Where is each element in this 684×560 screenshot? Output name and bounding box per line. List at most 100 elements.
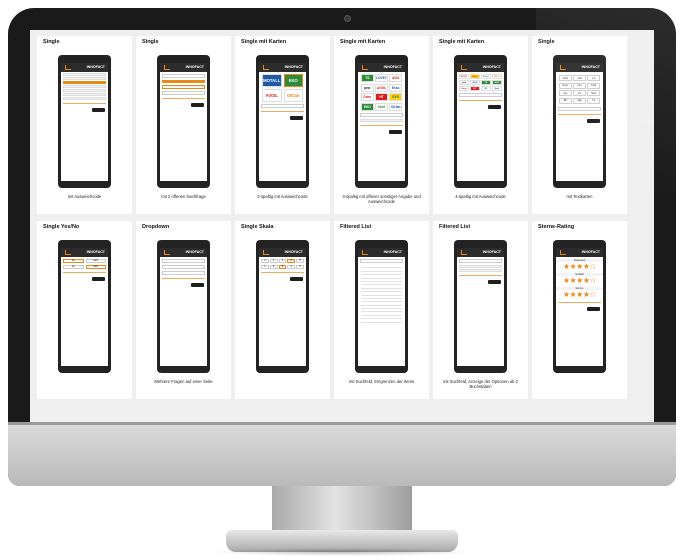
card-single-cards-3col[interactable]: Single mit Karten INNOFACT TS LOVEY AVIA… — [334, 36, 429, 214]
text-tile[interactable]: eni — [587, 75, 600, 81]
scale-point[interactable]: 2 — [269, 265, 278, 269]
scale-point[interactable]: 1 — [261, 259, 269, 263]
text-tile[interactable]: avo — [559, 90, 572, 96]
answer-option[interactable] — [63, 73, 106, 76]
logo-card[interactable]: prio — [459, 80, 469, 85]
logo-card[interactable]: HT — [375, 93, 388, 101]
logo-card[interactable]: AVIA — [389, 74, 402, 82]
list-item[interactable] — [459, 265, 502, 268]
next-button[interactable] — [587, 307, 600, 311]
logo-card[interactable]: AVOIL — [459, 74, 469, 79]
scale-point[interactable]: 4 — [287, 265, 296, 269]
card-filtered-list[interactable]: Filtered List INNOFACT mit Suchfeld, Ein… — [334, 221, 429, 399]
scale-point-selected[interactable]: 3 — [278, 265, 287, 269]
logo-card[interactable]: HT — [470, 86, 480, 91]
next-button[interactable] — [587, 118, 600, 123]
scale-point-selected[interactable]: 4 — [287, 259, 296, 263]
yes-button[interactable]: Ja — [63, 259, 84, 263]
card-single-yes-no[interactable]: Single Yes/No INNOFACT Ja Nein Ja Nein — [37, 221, 132, 399]
text-field[interactable] — [162, 74, 205, 78]
logo-card[interactable]: OKtan — [389, 102, 402, 111]
text-field[interactable] — [162, 91, 205, 95]
answer-option[interactable] — [360, 118, 403, 122]
logo-card[interactable]: Shell — [470, 74, 480, 79]
logo-card[interactable]: Esso — [481, 74, 491, 79]
next-button[interactable] — [290, 116, 303, 120]
other-text-field[interactable] — [360, 112, 403, 117]
logo-card[interactable]: AVIA — [470, 80, 480, 85]
open-answer-field[interactable] — [162, 85, 205, 89]
next-button[interactable] — [488, 105, 501, 109]
card-single[interactable]: Single INNOFACT mit Ausweichcode — [37, 36, 132, 214]
card-single-open[interactable]: Single INNOFACT mit 2 offenen Nachfrage — [136, 36, 231, 214]
logo-card[interactable]: TS — [481, 80, 491, 85]
card-single-text-tiles[interactable]: Single INNOFACT AVIA Aral eni Esso prio — [532, 36, 627, 214]
scale-point[interactable]: 2 — [269, 259, 278, 263]
logo-card[interactable]: AVOIL — [375, 83, 388, 92]
scale-point[interactable]: 5 — [296, 259, 304, 263]
text-field[interactable] — [558, 106, 601, 111]
text-tile[interactable]: prio — [573, 82, 586, 89]
text-tile[interactable]: Jet — [573, 90, 586, 96]
answer-option[interactable] — [63, 97, 106, 100]
logo-card[interactable]: TS — [361, 74, 374, 82]
logo-card[interactable]: Esso — [389, 83, 402, 92]
logo-card[interactable]: EKO — [361, 102, 374, 111]
scale-point[interactable]: 1 — [261, 265, 269, 269]
text-tile[interactable]: Total — [587, 82, 600, 89]
logo-card[interactable]: Diem — [459, 86, 469, 91]
answer-option[interactable] — [63, 89, 106, 92]
text-tile[interactable]: Esso — [559, 82, 572, 89]
no-button[interactable]: Nein — [85, 265, 106, 269]
text-tile[interactable]: Shell — [587, 90, 600, 96]
next-button[interactable] — [92, 277, 105, 281]
list-item[interactable] — [361, 319, 402, 323]
star-rating[interactable]: ★★★★☆ — [556, 262, 603, 271]
logo-card[interactable]: OKtan — [492, 74, 502, 79]
card-single-cards-2col[interactable]: Single mit Karten INNOFACT MOTALL EKO AV… — [235, 36, 330, 214]
logo-card[interactable]: Diem — [361, 93, 374, 101]
logo-card[interactable]: OKtan — [283, 89, 303, 102]
yes-button[interactable]: Ja — [63, 265, 84, 269]
no-button[interactable]: Nein — [85, 259, 106, 263]
answer-option[interactable] — [63, 77, 106, 80]
next-button[interactable] — [191, 103, 204, 107]
next-button[interactable] — [389, 129, 402, 134]
star-rating[interactable]: ★★★★☆ — [556, 276, 603, 285]
dropdown-select[interactable] — [162, 271, 205, 275]
card-single-scale[interactable]: Single Skala INNOFACT 1 2 3 4 5 1 2 3 4 … — [235, 221, 330, 399]
text-tile[interactable]: Aral — [573, 75, 586, 81]
answer-option-selected[interactable] — [63, 81, 106, 84]
text-tile[interactable]: AVIA — [559, 75, 572, 81]
next-button[interactable] — [92, 108, 105, 112]
star-rating[interactable]: ★★★★☆ — [556, 290, 603, 299]
search-input[interactable] — [360, 259, 403, 263]
list-item[interactable] — [459, 269, 502, 272]
logo-card[interactable]: MOTALL — [262, 74, 282, 87]
logo-card[interactable]: prio — [361, 83, 374, 92]
card-filtered-list-min2[interactable]: Filtered List INNOFACT mit Suchfeld, Anz… — [433, 221, 528, 399]
dropdown-select[interactable] — [162, 265, 205, 269]
dropdown-select[interactable] — [162, 259, 205, 263]
answer-option[interactable] — [63, 93, 106, 96]
answer-option[interactable] — [63, 85, 106, 88]
scale-point[interactable]: 3 — [278, 259, 287, 263]
logo-card[interactable]: BP — [481, 86, 491, 91]
logo-card[interactable]: Shell — [375, 102, 388, 111]
next-button[interactable] — [488, 280, 501, 284]
scale-point[interactable]: 5 — [296, 265, 304, 269]
answer-option-selected[interactable] — [162, 80, 205, 83]
next-button[interactable] — [290, 277, 303, 281]
logo-card[interactable]: AVOIL — [262, 89, 282, 102]
logo-card[interactable]: EKO — [492, 80, 502, 85]
card-dropdown[interactable]: Dropdown INNOFACT Mehrere Fragen auf ein… — [136, 221, 231, 399]
card-star-rating[interactable]: Sterne-Rating INNOFACT Sauberkeit ★★★★☆ … — [532, 221, 627, 399]
logo-card[interactable]: LOVEY — [375, 74, 388, 82]
logo-card[interactable]: Aral — [492, 86, 502, 91]
search-input[interactable] — [459, 259, 502, 263]
text-tile[interactable]: Agip — [573, 97, 586, 104]
text-field[interactable] — [261, 104, 304, 108]
text-field[interactable] — [459, 93, 502, 97]
logo-card[interactable]: EVO — [389, 93, 402, 101]
text-tile[interactable]: TS — [587, 97, 600, 104]
